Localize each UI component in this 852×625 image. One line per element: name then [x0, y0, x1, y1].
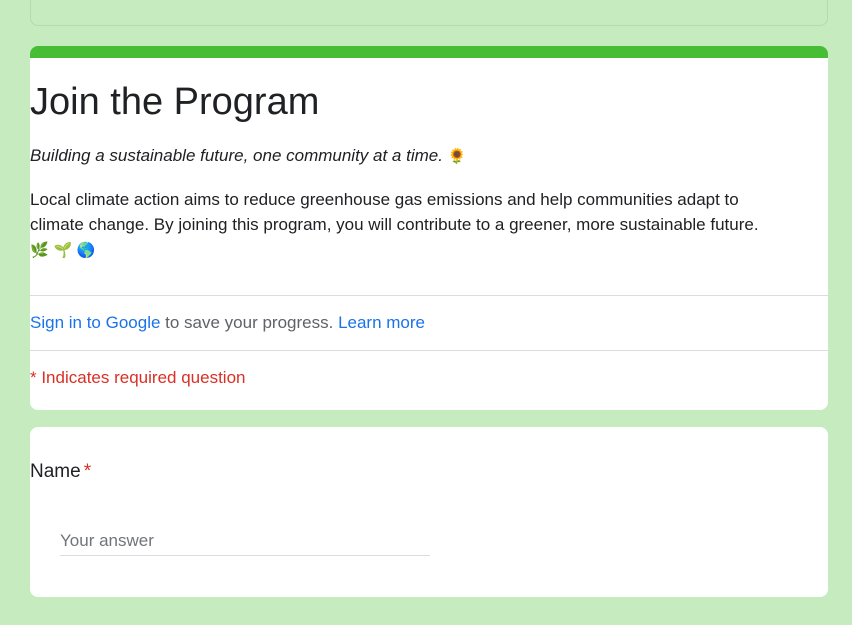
question-card-name	[30, 427, 828, 597]
header-divider-top	[30, 295, 828, 296]
required-star: *	[83, 461, 92, 482]
question-title: Name	[30, 461, 81, 482]
signin-row: Sign in to Google to save your progress.…	[30, 312, 425, 334]
form-title: Join the Program	[30, 81, 320, 123]
header-divider-bottom	[30, 350, 828, 351]
required-question-note: * Indicates required question	[30, 368, 246, 387]
question-label-name: Name *	[30, 460, 91, 484]
form-description: Local climate action aims to reduce gree…	[30, 187, 760, 263]
form-tagline: Building a sustainable future, one commu…	[30, 145, 466, 167]
tagline-text: Building a sustainable future, one commu…	[30, 146, 443, 165]
sign-in-link[interactable]: Sign in to Google	[30, 313, 160, 332]
signin-text: to save your progress.	[160, 313, 339, 332]
name-answer-input[interactable]	[60, 526, 430, 556]
sunflower-icon: 🌻	[447, 147, 467, 165]
previous-card-edge	[30, 0, 828, 26]
description-text: Local climate action aims to reduce gree…	[30, 190, 759, 234]
header-accent-bar	[30, 46, 828, 58]
learn-more-link[interactable]: Learn more	[338, 313, 425, 332]
plant-globe-icons: 🌿 🌱 🌎	[30, 241, 96, 259]
